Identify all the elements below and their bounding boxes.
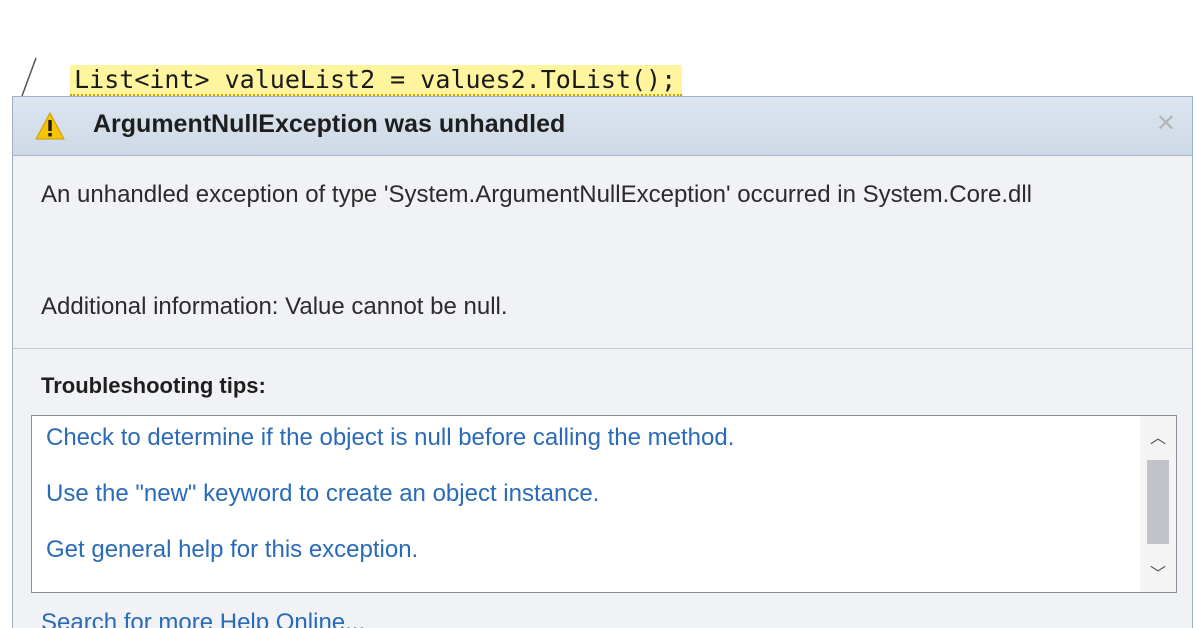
additional-information: Additional information: Value cannot be … — [41, 293, 508, 320]
exception-assistant-panel: ArgumentNullException was unhandled ✕ An… — [12, 96, 1193, 628]
close-icon[interactable]: ✕ — [1156, 109, 1176, 137]
section-divider — [13, 348, 1192, 349]
chevron-up-icon[interactable]: ︿ — [1140, 420, 1176, 456]
search-help-online-link[interactable]: Search for more Help Online... — [41, 609, 365, 628]
tips-scrollbar[interactable]: ︿ ﹀ — [1140, 416, 1176, 592]
exception-message: An unhandled exception of type 'System.A… — [41, 181, 1033, 208]
chevron-down-icon[interactable]: ﹀ — [1140, 556, 1176, 592]
exception-header: ArgumentNullException was unhandled ✕ — [13, 97, 1192, 156]
warning-triangle-icon — [35, 112, 65, 140]
exception-title: ArgumentNullException was unhandled — [93, 110, 566, 138]
tip-link-new-keyword[interactable]: Use the "new" keyword to create an objec… — [46, 480, 599, 508]
troubleshooting-tips-list[interactable]: Check to determine if the object is null… — [31, 415, 1177, 593]
highlighted-statement[interactable]: List<int> valueList2 = values2.ToList(); — [70, 65, 683, 101]
scrollbar-thumb[interactable] — [1147, 460, 1169, 544]
code-text: List<int> valueList2 = values2.ToList(); — [74, 65, 677, 94]
tip-link-general-help[interactable]: Get general help for this exception. — [46, 536, 418, 564]
code-editor-line[interactable]: List<int> valueList2 = values2.ToList(); — [40, 14, 683, 101]
tip-link-check-null[interactable]: Check to determine if the object is null… — [46, 424, 734, 452]
callout-connector-line — [21, 57, 37, 97]
troubleshooting-heading: Troubleshooting tips: — [41, 373, 266, 398]
